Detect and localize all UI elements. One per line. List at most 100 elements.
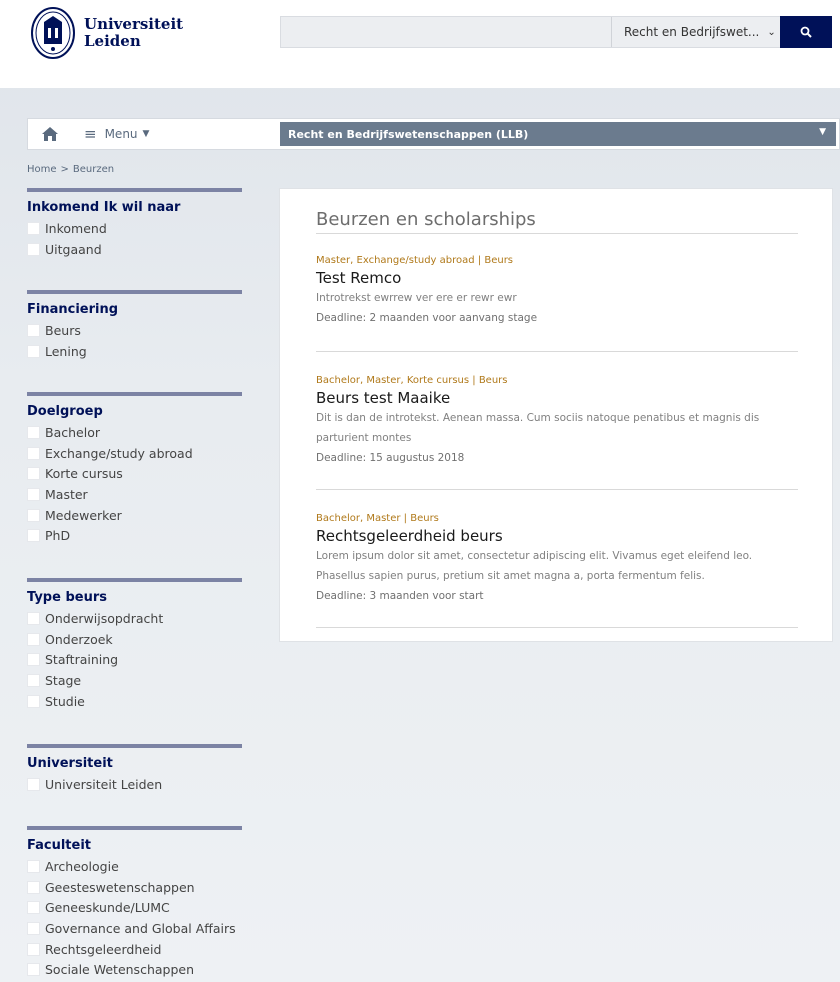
filter-option[interactable]: Korte cursus bbox=[27, 463, 242, 484]
caret-down-icon: ▼ bbox=[819, 127, 826, 137]
checkbox[interactable] bbox=[27, 323, 40, 337]
filter-option[interactable]: Sociale Wetenschappen bbox=[27, 959, 242, 980]
result-intro: Lorem ipsum dolor sit amet, consectetur … bbox=[316, 550, 753, 582]
filter-divider bbox=[27, 744, 242, 748]
filter-group-universiteit: Universiteit Universiteit Leiden bbox=[27, 744, 242, 795]
filter-option[interactable]: Uitgaand bbox=[27, 239, 242, 260]
search-scope-value: Recht en Bedrijfswet... bbox=[624, 25, 760, 39]
checkbox[interactable] bbox=[27, 487, 40, 501]
divider bbox=[316, 351, 798, 352]
checkbox[interactable] bbox=[27, 921, 40, 935]
filter-option[interactable]: Medewerker bbox=[27, 505, 242, 526]
filter-option[interactable]: Geesteswetenschappen bbox=[27, 877, 242, 898]
filter-option-label: Geesteswetenschappen bbox=[45, 879, 195, 895]
filter-option[interactable]: Studie bbox=[27, 691, 242, 712]
filter-option-label: Inkomend bbox=[45, 220, 107, 236]
filter-option[interactable]: Lening bbox=[27, 341, 242, 362]
search-bar: Recht en Bedrijfswet... ⌄ bbox=[280, 16, 832, 48]
filter-group-type-beurs: Type beurs Onderwijsopdracht Onderzoek S… bbox=[27, 578, 242, 711]
divider bbox=[316, 489, 798, 490]
filter-option[interactable]: Stage bbox=[27, 670, 242, 691]
filter-option-label: Uitgaand bbox=[45, 241, 102, 257]
checkbox[interactable] bbox=[27, 673, 40, 687]
divider bbox=[316, 233, 798, 234]
filter-option[interactable]: Bachelor bbox=[27, 422, 242, 443]
filter-title: Financiering bbox=[27, 302, 119, 317]
checkbox[interactable] bbox=[27, 859, 40, 873]
filter-title: Type beurs bbox=[27, 590, 107, 605]
filter-option[interactable]: PhD bbox=[27, 525, 242, 546]
breadcrumb-home[interactable]: Home bbox=[27, 164, 57, 175]
filter-option-label: Onderwijsopdracht bbox=[45, 610, 164, 626]
checkbox[interactable] bbox=[27, 508, 40, 522]
filter-option[interactable]: Inkomend bbox=[27, 218, 242, 239]
filter-group-doelgroep: Doelgroep Bachelor Exchange/study abroad… bbox=[27, 392, 242, 546]
filter-option[interactable]: Exchange/study abroad bbox=[27, 443, 242, 464]
result-title[interactable]: Beurs test Maaike bbox=[316, 389, 798, 407]
filter-divider bbox=[27, 578, 242, 582]
filter-option[interactable]: Master bbox=[27, 484, 242, 505]
checkbox[interactable] bbox=[27, 942, 40, 956]
checkbox[interactable] bbox=[27, 632, 40, 646]
filter-option[interactable]: Staftraining bbox=[27, 649, 242, 670]
search-scope-select[interactable]: Recht en Bedrijfswet... ⌄ bbox=[611, 17, 782, 47]
checkbox[interactable] bbox=[27, 963, 40, 977]
menu-label: Menu bbox=[104, 127, 138, 141]
filter-option-label: Sociale Wetenschappen bbox=[45, 962, 195, 978]
home-icon[interactable] bbox=[41, 126, 59, 142]
filter-option[interactable]: Geneeskunde/LUMC bbox=[27, 897, 242, 918]
filter-option-label: Staftraining bbox=[45, 652, 119, 668]
university-logo[interactable]: Universiteit Leiden bbox=[30, 6, 183, 60]
filter-option[interactable]: Governance and Global Affairs bbox=[27, 918, 242, 939]
navigation-bar: ≡ Menu ▼ Recht en Bedrijfswetenschappen … bbox=[27, 118, 840, 150]
result-title[interactable]: Test Remco bbox=[316, 269, 798, 287]
checkbox[interactable] bbox=[27, 221, 40, 235]
filter-option[interactable]: Universiteit Leiden bbox=[27, 774, 242, 795]
result-tags: Bachelor, Master | Beurs bbox=[316, 513, 439, 524]
checkbox[interactable] bbox=[27, 446, 40, 460]
result-item[interactable]: Master, Exchange/study abroad | Beurs Te… bbox=[316, 255, 798, 328]
result-title[interactable]: Rechtsgeleerdheid beurs bbox=[316, 527, 798, 545]
faculty-selected-value: Recht en Bedrijfswetenschappen (LLB) bbox=[288, 127, 529, 141]
result-item[interactable]: Bachelor, Master, Korte cursus | Beurs B… bbox=[316, 375, 798, 468]
search-button[interactable] bbox=[780, 16, 832, 48]
filter-divider bbox=[27, 188, 242, 192]
results-card: Beurzen en scholarships Master, Exchange… bbox=[279, 188, 833, 642]
filter-option-label: Master bbox=[45, 486, 88, 502]
checkbox[interactable] bbox=[27, 425, 40, 439]
checkbox[interactable] bbox=[27, 529, 40, 543]
checkbox[interactable] bbox=[27, 901, 40, 915]
checkbox[interactable] bbox=[27, 242, 40, 256]
filter-option[interactable]: Archeologie bbox=[27, 856, 242, 877]
filter-option-label: Archeologie bbox=[45, 858, 119, 874]
checkbox[interactable] bbox=[27, 653, 40, 667]
checkbox[interactable] bbox=[27, 694, 40, 708]
filter-title: Universiteit bbox=[27, 756, 113, 771]
menu-button[interactable]: ≡ Menu ▼ bbox=[84, 119, 149, 149]
checkbox[interactable] bbox=[27, 777, 40, 791]
checkbox[interactable] bbox=[27, 880, 40, 894]
filter-option-label: Beurs bbox=[45, 322, 81, 338]
filter-option[interactable]: Onderwijsopdracht bbox=[27, 608, 242, 629]
filter-option-label: Studie bbox=[45, 693, 85, 709]
brand-name-line2: Leiden bbox=[84, 32, 141, 50]
search-input[interactable] bbox=[281, 17, 611, 47]
checkbox[interactable] bbox=[27, 344, 40, 358]
filter-option-label: Lening bbox=[45, 343, 87, 359]
result-item[interactable]: Bachelor, Master | Beurs Rechtsgeleerdhe… bbox=[316, 513, 798, 606]
page-title: Beurzen en scholarships bbox=[316, 209, 536, 230]
site-header: Universiteit Leiden Recht en Bedrijfswet… bbox=[0, 0, 840, 88]
divider bbox=[316, 627, 798, 628]
faculty-dropdown[interactable]: Recht en Bedrijfswetenschappen (LLB) ▼ bbox=[280, 122, 836, 146]
hamburger-icon: ≡ bbox=[84, 125, 97, 143]
breadcrumb-separator: > bbox=[60, 164, 69, 175]
filter-option[interactable]: Beurs bbox=[27, 320, 242, 341]
filter-option-label: Exchange/study abroad bbox=[45, 445, 193, 461]
caret-down-icon: ▼ bbox=[142, 129, 150, 139]
checkbox[interactable] bbox=[27, 611, 40, 625]
filter-title: Doelgroep bbox=[27, 404, 103, 419]
filter-option-label: Bachelor bbox=[45, 424, 100, 440]
filter-option[interactable]: Rechtsgeleerdheid bbox=[27, 939, 242, 960]
checkbox[interactable] bbox=[27, 467, 40, 481]
filter-option[interactable]: Onderzoek bbox=[27, 629, 242, 650]
